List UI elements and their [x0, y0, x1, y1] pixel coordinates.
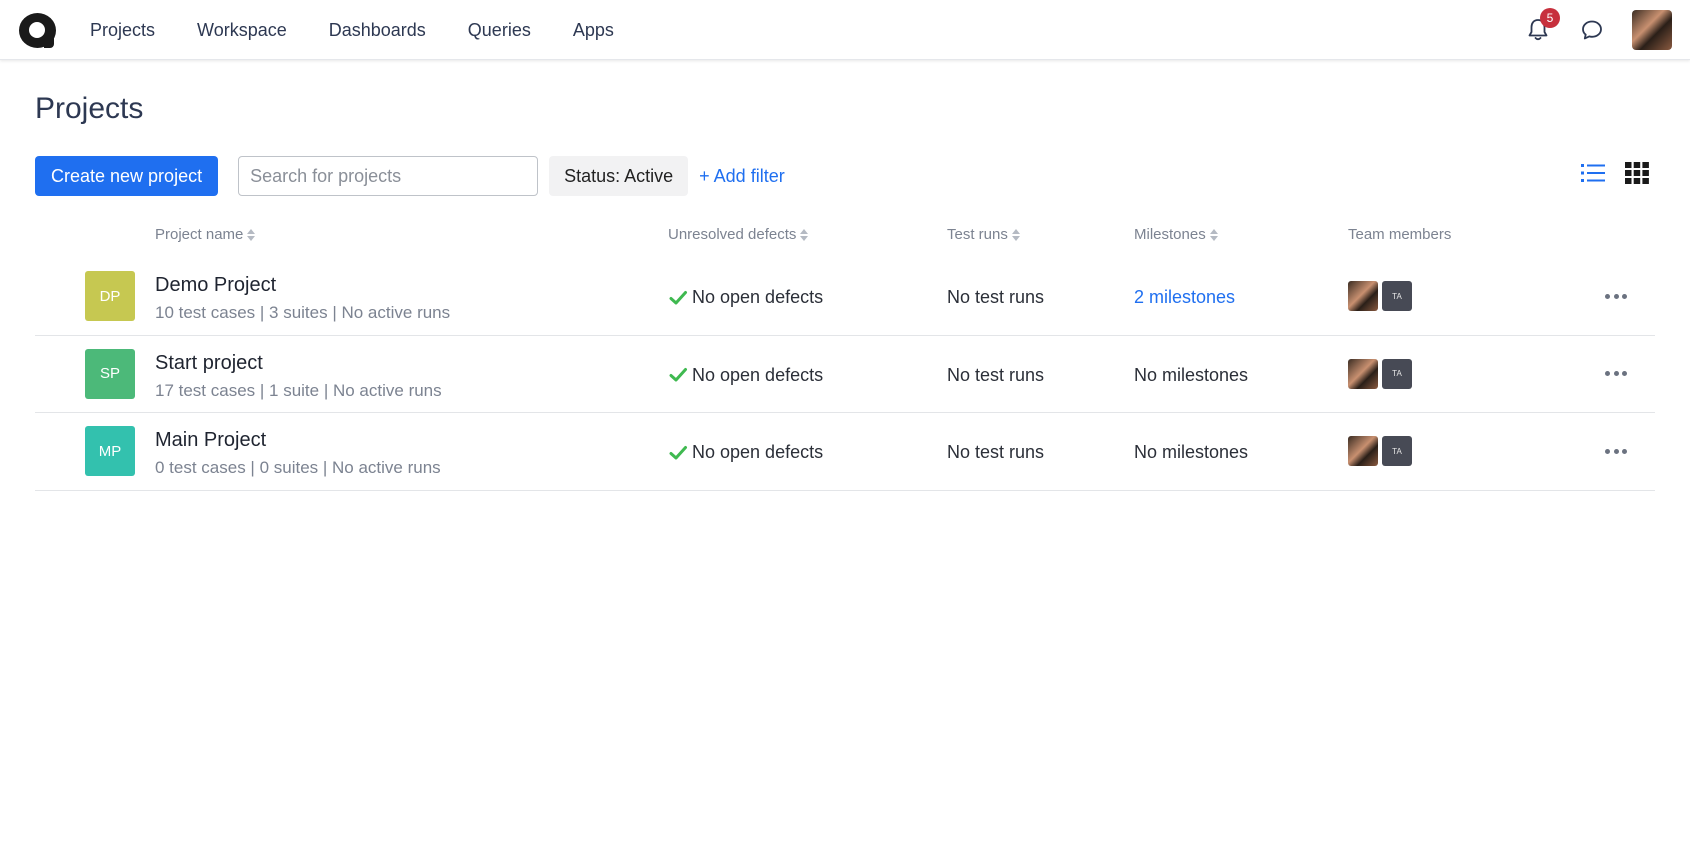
header-project-name-label: Project name	[155, 226, 244, 243]
header-runs-label: Test runs	[947, 226, 1008, 243]
defects-cell: No open defects	[668, 287, 823, 308]
nav-dashboards[interactable]: Dashboards	[329, 20, 426, 41]
nav-queries[interactable]: Queries	[468, 20, 531, 41]
status-filter-chip[interactable]: Status: Active	[549, 156, 689, 196]
list-view-icon	[1581, 164, 1605, 182]
project-avatar: SP	[85, 348, 135, 399]
messages-button[interactable]	[1576, 14, 1608, 46]
page-title: Projects	[35, 92, 144, 125]
project-name-link[interactable]: Start project	[155, 352, 263, 375]
check-icon	[669, 290, 687, 304]
team-members: TA	[1348, 281, 1412, 311]
nav-right: 5	[1522, 0, 1672, 60]
milestones-cell: No milestones	[1134, 442, 1249, 462]
project-initials: SP	[99, 365, 120, 382]
notifications-button[interactable]: 5	[1522, 8, 1560, 46]
notification-count-badge: 5	[1540, 8, 1560, 28]
member-avatar-initials[interactable]: TA	[1382, 436, 1412, 466]
member-avatar-initials[interactable]: TA	[1382, 281, 1412, 311]
header-team-members: Team members	[1348, 226, 1451, 243]
defects-cell: No open defects	[668, 365, 823, 386]
project-avatar: MP	[85, 426, 135, 476]
member-avatar-initials[interactable]: TA	[1382, 358, 1412, 389]
projects-table-body: DP Demo Project 10 test cases | 3 suites…	[35, 258, 1655, 491]
main-nav: Projects Workspace Dashboards Queries Ap…	[90, 0, 656, 60]
sort-icon	[247, 228, 256, 241]
more-icon	[1605, 371, 1610, 376]
defects-text: No open defects	[692, 287, 824, 307]
add-filter-link[interactable]: + Add filter	[699, 166, 785, 187]
project-initials: MP	[98, 442, 122, 460]
nav-projects[interactable]: Projects	[90, 20, 155, 41]
team-members: TA	[1348, 436, 1412, 466]
sort-icon	[1011, 228, 1020, 241]
member-avatar[interactable]	[1348, 436, 1378, 466]
sort-icon	[1209, 228, 1218, 241]
team-members: TA	[1348, 358, 1412, 389]
more-icon	[1605, 448, 1610, 454]
defects-text: No open defects	[692, 364, 824, 385]
nav-apps[interactable]: Apps	[573, 20, 614, 41]
milestones-link[interactable]: 2 milestones	[1134, 287, 1235, 308]
nav-workspace[interactable]: Workspace	[197, 20, 287, 41]
header-defects-label: Unresolved defects	[668, 226, 797, 243]
test-runs-cell: No test runs	[947, 287, 1045, 307]
list-view-button[interactable]	[1580, 160, 1606, 186]
user-avatar[interactable]	[1632, 10, 1672, 50]
search-input[interactable]	[238, 156, 539, 196]
view-toggle	[1580, 160, 1650, 186]
top-navbar: Projects Workspace Dashboards Queries Ap…	[0, 0, 1690, 60]
sort-icon	[800, 228, 809, 241]
projects-toolbar: Create new project Status: Active + Add …	[35, 156, 785, 196]
project-name-link[interactable]: Demo Project	[155, 274, 276, 297]
more-options-button[interactable]	[1605, 441, 1627, 461]
grid-view-button[interactable]	[1624, 160, 1650, 186]
header-milestones-label: Milestones	[1134, 226, 1206, 243]
project-summary: 0 test cases | 0 suites | No active runs	[155, 458, 441, 477]
test-runs-cell: No test runs	[947, 442, 1045, 462]
project-avatar: DP	[85, 271, 135, 321]
project-name-link[interactable]: Main Project	[155, 429, 266, 452]
more-icon	[1605, 293, 1610, 299]
member-avatar[interactable]	[1348, 281, 1378, 311]
check-icon	[669, 445, 687, 459]
table-header: Project name Unresolved defects Test run…	[35, 226, 1655, 250]
header-test-runs[interactable]: Test runs	[947, 226, 1020, 243]
test-runs-cell: No test runs	[947, 364, 1045, 385]
project-initials: DP	[99, 287, 121, 305]
more-options-button[interactable]	[1605, 286, 1627, 306]
logo-icon[interactable]	[19, 13, 56, 48]
create-project-button[interactable]: Create new project	[35, 156, 219, 196]
project-summary: 10 test cases | 3 suites | No active run…	[155, 303, 451, 322]
more-options-button[interactable]	[1605, 364, 1627, 384]
chat-icon	[1582, 20, 1602, 40]
header-project-name[interactable]: Project name	[155, 226, 256, 243]
table-row[interactable]: SP Start project 17 test cases | 1 suite…	[35, 336, 1655, 413]
project-summary: 17 test cases | 1 suite | No active runs	[155, 380, 442, 400]
milestones-cell: No milestones	[1134, 364, 1249, 385]
defects-cell: No open defects	[668, 442, 823, 463]
table-row[interactable]: MP Main Project 0 test cases | 0 suites …	[35, 413, 1655, 491]
check-icon	[669, 368, 687, 382]
table-row[interactable]: DP Demo Project 10 test cases | 3 suites…	[35, 258, 1655, 336]
grid-view-icon	[1625, 162, 1649, 184]
defects-text: No open defects	[692, 442, 824, 462]
header-unresolved-defects[interactable]: Unresolved defects	[668, 226, 809, 243]
member-avatar[interactable]	[1348, 358, 1378, 389]
header-milestones[interactable]: Milestones	[1134, 226, 1218, 243]
header-members-label: Team members	[1348, 226, 1452, 243]
